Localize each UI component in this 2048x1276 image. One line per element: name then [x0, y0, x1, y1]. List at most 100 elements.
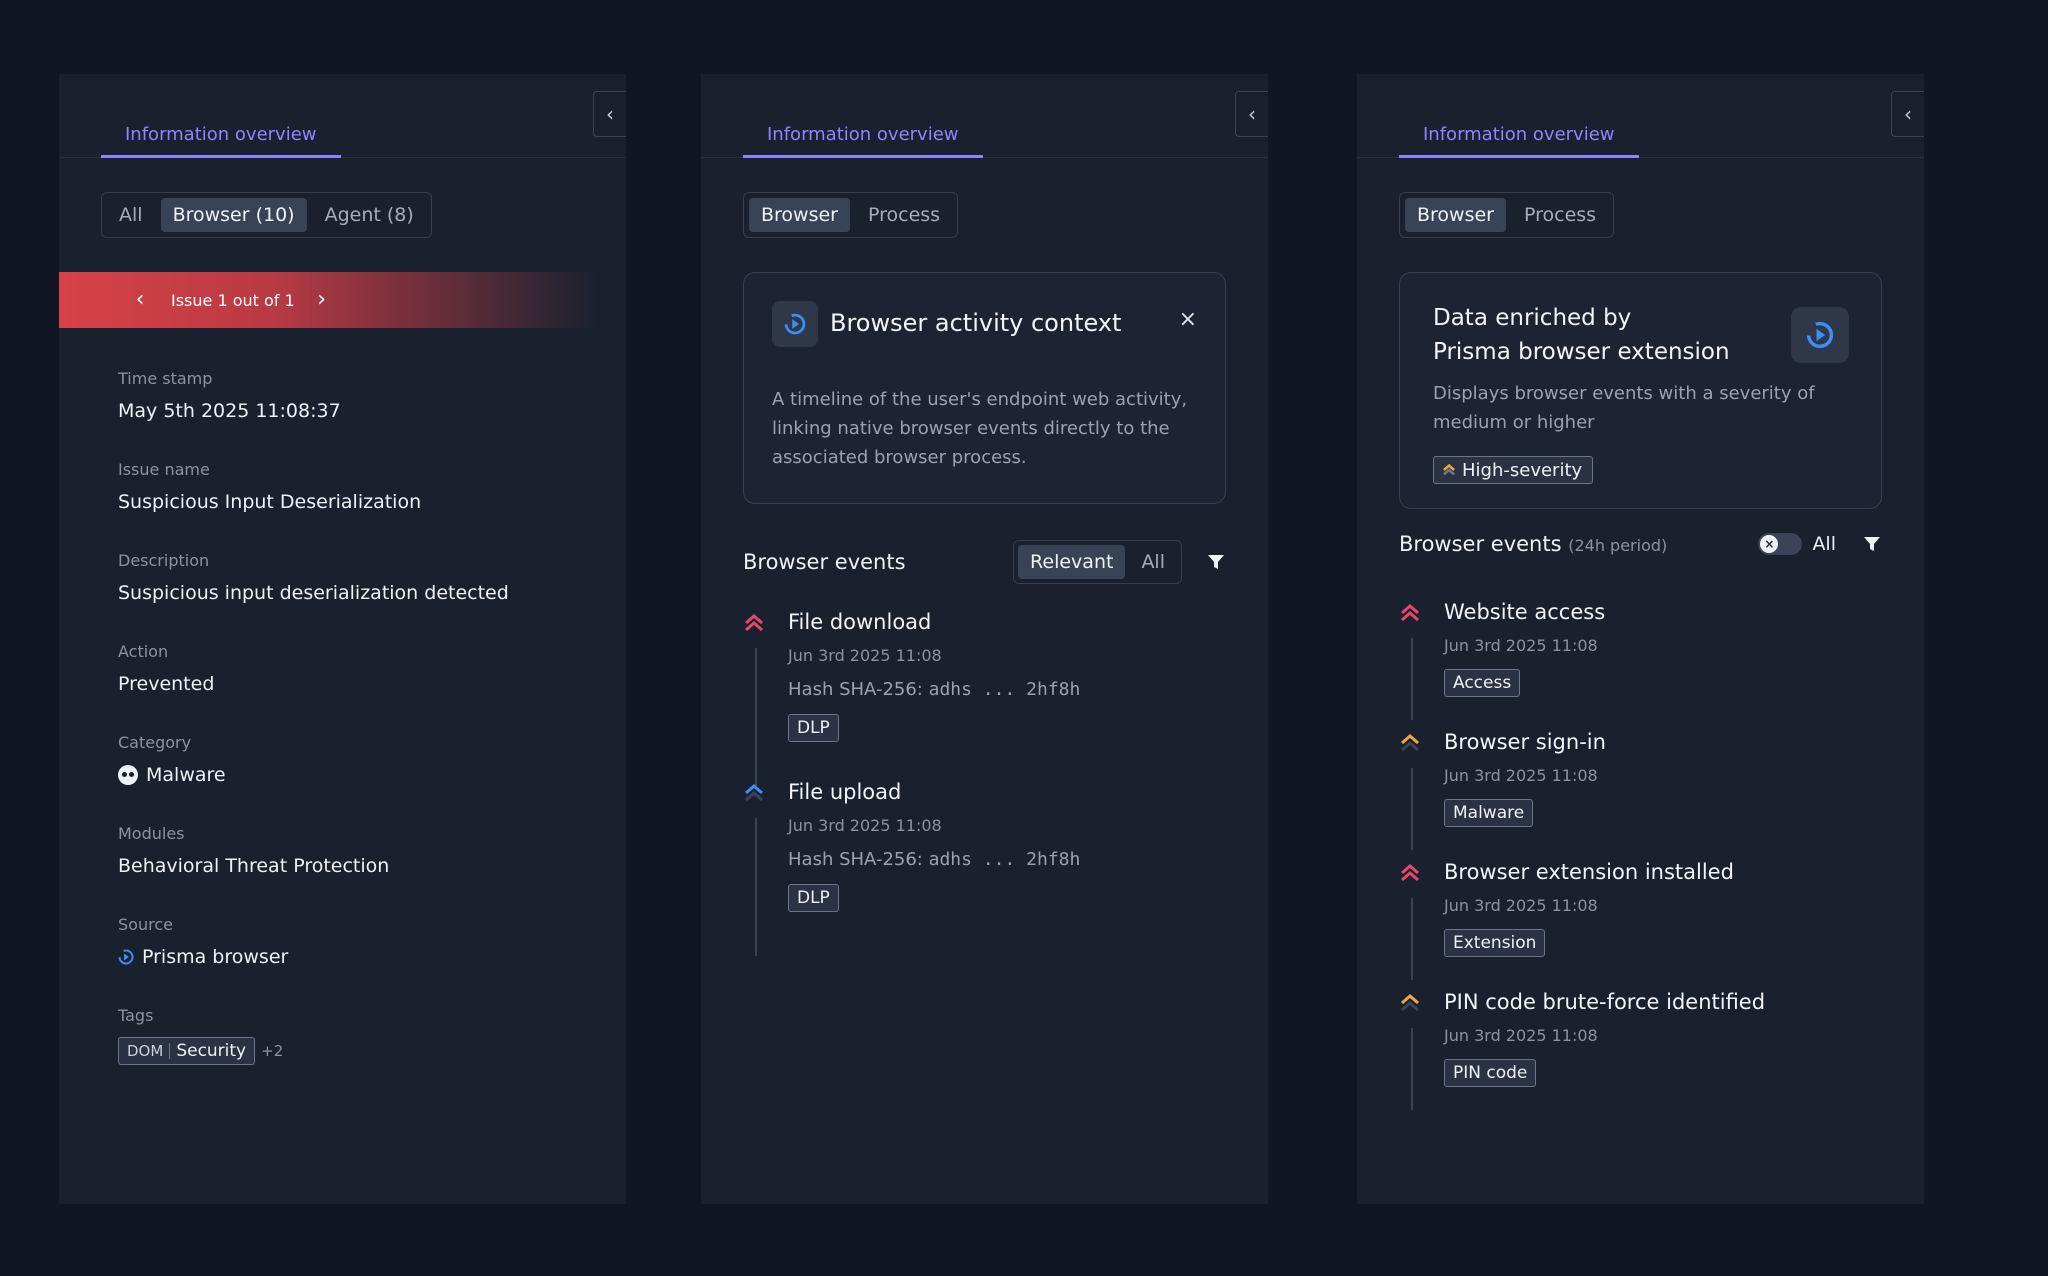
event-time: Jun 3rd 2025 11:08: [788, 646, 942, 665]
tab-information-overview[interactable]: Information overview: [1399, 120, 1639, 158]
event-time: Jun 3rd 2025 11:08: [1444, 1026, 1598, 1045]
tab-information-overview[interactable]: Information overview: [743, 120, 983, 158]
event-name: Browser extension installed: [1444, 860, 1734, 884]
field-label: Tags: [118, 1006, 154, 1025]
field-issue-name: Issue name Suspicious Input Deserializat…: [118, 460, 421, 513]
field-value: Prevented: [118, 673, 215, 695]
list-item[interactable]: PIN code brute-force identified Jun 3rd …: [1399, 990, 1882, 1110]
chevron-right-icon[interactable]: ›: [307, 289, 337, 311]
filter-browser[interactable]: Browser: [749, 198, 850, 232]
field-category: Category Malware: [118, 733, 226, 786]
field-value: Suspicious Input Deserialization: [118, 491, 422, 513]
hash-label: Hash SHA-256:: [788, 679, 923, 700]
hash-value: adhs ... 2hf8h: [928, 679, 1081, 700]
view-filter: Browser Process: [743, 192, 959, 238]
field-value: Behavioral Threat Protection: [118, 855, 390, 877]
filter-all[interactable]: All: [107, 198, 155, 232]
tag-value: Security: [176, 1041, 247, 1061]
filter-browser[interactable]: Browser: [1405, 198, 1506, 232]
field-label: Description: [118, 551, 210, 570]
severity-badge: High-severity: [1433, 456, 1594, 484]
field-source: Source Prisma browser: [118, 915, 288, 968]
severity-low-icon: [745, 784, 763, 802]
field-value: Malware: [146, 764, 226, 786]
field-value: Suspicious input deserialization detecte…: [118, 582, 509, 604]
card-description: A timeline of the user's endpoint web ac…: [772, 389, 1188, 468]
events-header: Browser events (24h period) × All: [1399, 532, 1882, 556]
list-item[interactable]: Browser sign-in Jun 3rd 2025 11:08 Malwa…: [1399, 730, 1882, 850]
events-title: Browser events: [1399, 532, 1562, 556]
event-name: Browser sign-in: [1444, 730, 1606, 754]
close-icon[interactable]: ×: [1179, 309, 1197, 331]
card-title: Data enriched by Prisma browser extensio…: [1433, 301, 1773, 369]
tab-information-overview[interactable]: Information overview: [101, 120, 341, 158]
severity-badge-label: High-severity: [1462, 459, 1583, 481]
field-value: Prisma browser: [142, 946, 289, 968]
list-item[interactable]: Website access Jun 3rd 2025 11:08 Access: [1399, 600, 1882, 720]
filter-icon[interactable]: [1862, 534, 1882, 554]
list-item[interactable]: Browser extension installed Jun 3rd 2025…: [1399, 860, 1882, 980]
timeline-rail: [755, 648, 757, 786]
field-tags: Tags DOM Security +2: [118, 1006, 283, 1065]
issue-navigator: ‹ Issue 1 out of 1 ›: [59, 272, 599, 328]
timeline-rail: [755, 818, 757, 956]
severity-high-icon: [1401, 604, 1419, 622]
event-name: PIN code brute-force identified: [1444, 990, 1766, 1014]
field-timestamp: Time stamp May 5th 2025 11:08:37: [118, 369, 341, 422]
tag-chip[interactable]: DOM Security: [118, 1037, 256, 1065]
timeline-rail: [1411, 898, 1413, 980]
card-title-line: Data enriched by: [1433, 305, 1632, 331]
list-item[interactable]: File download Jun 3rd 2025 11:08 Hash SH…: [743, 610, 1226, 786]
field-description: Description Suspicious input deserializa…: [118, 551, 509, 604]
severity-high-icon: [1401, 864, 1419, 882]
event-time: Jun 3rd 2025 11:08: [1444, 896, 1598, 915]
hash-label: Hash SHA-256:: [788, 849, 923, 870]
enrichment-card: Data enriched by Prisma browser extensio…: [1399, 272, 1882, 509]
filter-relevant[interactable]: Relevant: [1018, 545, 1126, 579]
event-tag: Access: [1444, 669, 1521, 697]
more-tags-count[interactable]: +2: [261, 1042, 283, 1060]
source-filter: All Browser (10) Agent (8): [101, 192, 432, 238]
filter-icon[interactable]: [1206, 552, 1226, 572]
info-panel-browser-context: ‹ Information overview Browser Process B…: [701, 74, 1268, 1204]
all-events-toggle[interactable]: ×: [1758, 533, 1803, 555]
field-modules: Modules Behavioral Threat Protection: [118, 824, 389, 877]
tab-bar: Information overview: [701, 74, 1268, 158]
severity-medium-icon: [1401, 994, 1419, 1012]
hash-value: adhs ... 2hf8h: [928, 849, 1081, 870]
events-timeline: File download Jun 3rd 2025 11:08 Hash SH…: [743, 610, 1226, 956]
card-title: Browser activity context: [830, 309, 1122, 337]
events-title: Browser events: [743, 550, 906, 574]
browser-context-card: Browser activity context × A timeline of…: [743, 272, 1226, 504]
event-tag: Malware: [1444, 799, 1534, 827]
event-name: Website access: [1444, 600, 1606, 624]
severity-high-icon: [745, 614, 763, 632]
field-label: Issue name: [118, 460, 210, 479]
field-label: Source: [118, 915, 173, 934]
chevron-left-icon[interactable]: ‹: [125, 289, 155, 311]
filter-all[interactable]: All: [1129, 545, 1177, 579]
tab-bar: Information overview: [59, 74, 626, 158]
filter-browser[interactable]: Browser (10): [160, 198, 307, 232]
filter-process[interactable]: Process: [856, 198, 952, 232]
skull-icon: [118, 765, 138, 785]
list-item[interactable]: File upload Jun 3rd 2025 11:08 Hash SHA-…: [743, 780, 1226, 956]
filter-process[interactable]: Process: [1512, 198, 1608, 232]
severity-medium-icon: [1443, 463, 1455, 476]
issue-counter: Issue 1 out of 1: [171, 290, 295, 310]
event-time: Jun 3rd 2025 11:08: [1444, 636, 1598, 655]
event-tag: DLP: [788, 714, 839, 742]
tag-key: DOM: [127, 1042, 164, 1060]
event-tag: PIN code: [1444, 1059, 1537, 1087]
field-label: Category: [118, 733, 192, 752]
tab-bar: Information overview: [1357, 74, 1924, 158]
severity-medium-icon: [1401, 734, 1419, 752]
timeline-rail: [1411, 638, 1413, 720]
events-header: Browser events Relevant All: [743, 540, 1226, 584]
event-tag: Extension: [1444, 929, 1546, 957]
info-panel-issue: ‹ Information overview All Browser (10) …: [59, 74, 626, 1204]
field-value: May 5th 2025 11:08:37: [118, 400, 341, 422]
event-name: File upload: [788, 780, 902, 804]
filter-agent[interactable]: Agent (8): [313, 198, 426, 232]
events-relevance-filter: Relevant All: [1013, 540, 1182, 584]
